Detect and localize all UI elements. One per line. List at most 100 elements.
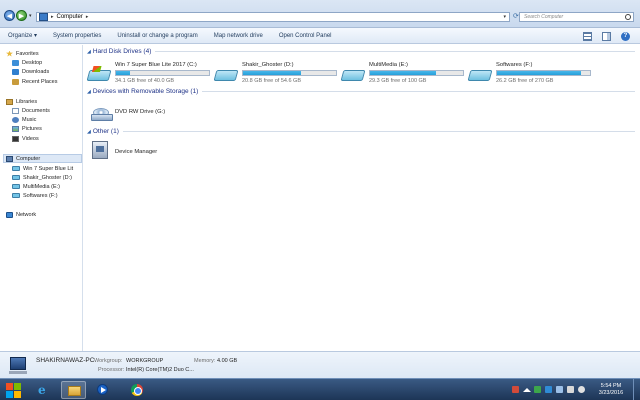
nav-libraries[interactable]: Libraries [6,97,37,106]
battery-icon[interactable] [545,386,552,393]
nav-documents[interactable]: Documents [12,106,50,115]
content-pane: ◢ Hard Disk Drives (4) Win 7 Super Blue … [84,45,640,351]
taskbar-media-player[interactable] [90,381,115,399]
nav-music[interactable]: Music [12,115,36,124]
nav-drive-d[interactable]: Shakir_Ghoster (D:) [12,173,72,182]
device-manager-icon[interactable] [92,141,108,159]
processor-value: Intel(R) Core(TM)2 Duo C... [126,367,194,373]
pc-name: SHAKIRNAWAZ-PC [36,357,95,364]
nav-favorites[interactable]: Favorites [6,49,39,58]
preview-pane-icon[interactable] [602,31,611,41]
workgroup-value: WORKGROUP [126,358,164,364]
view-controls: ? [583,30,640,42]
computer-icon [6,155,13,162]
hard-drive-icon [340,70,366,81]
group-title: Devices with Removable Storage (1) [92,88,199,95]
nav-network[interactable]: Network [6,210,36,219]
drive-name: MultiMedia (E:) [369,62,408,68]
drive-usage-bar [496,70,591,76]
nav-desktop[interactable]: Desktop [12,58,42,67]
map-network-drive-button[interactable]: Map network drive [214,33,263,39]
back-button[interactable]: ◀ [4,10,15,21]
nav-downloads[interactable]: Downloads [12,67,49,76]
drive-icon [12,184,20,189]
breadcrumb-chevron-icon[interactable]: ▸ [86,14,89,20]
drive-item[interactable]: MultiMedia (E:) 29.3 GB free of 100 GB [338,62,464,88]
drive-free-space: 34.1 GB free of 40.0 GB [115,78,175,84]
memory-value: 4.00 GB [217,358,238,364]
search-input[interactable]: Search Computer [519,12,634,22]
nav-label: Computer [16,155,41,162]
address-field[interactable]: ▸ Computer ▸ ▾ [36,12,510,22]
search-icon[interactable] [625,14,631,20]
show-desktop-button[interactable] [633,379,640,400]
taskbar-chrome[interactable] [125,381,150,399]
folder-icon [68,386,81,396]
nav-label: MultiMedia (E:) [23,183,60,190]
collapse-icon: ◢ [87,48,91,55]
tray-app-icon[interactable] [512,386,519,393]
desktop-icon [12,59,19,66]
nav-label: Shakir_Ghoster (D:) [23,174,72,181]
nav-drive-c[interactable]: Win 7 Super Blue Lit [12,164,73,173]
nav-drive-e[interactable]: MultiMedia (E:) [12,182,60,191]
nav-label: Softwares (F:) [23,192,58,199]
drive-free-space: 20.8 GB free of 54.6 GB [242,78,302,84]
breadcrumb-separator-icon[interactable]: ▸ [51,14,54,20]
history-dropdown-icon[interactable]: ▾ [29,13,32,19]
nav-drive-f[interactable]: Softwares (F:) [12,191,58,200]
device-manager-label[interactable]: Device Manager [115,149,157,155]
drive-icon [12,193,20,198]
group-divider [155,51,635,52]
system-properties-button[interactable]: System properties [53,33,101,39]
dvd-drive-icon[interactable] [91,108,113,122]
windows-logo-icon [14,391,21,398]
arrow-right-icon: ▶ [18,12,25,20]
search-placeholder: Search Computer [524,14,564,20]
nav-pictures[interactable]: Pictures [12,124,42,133]
show-hidden-icons-icon[interactable] [523,388,531,392]
nav-videos[interactable]: Videos [12,134,39,143]
forward-button[interactable]: ▶ [16,10,27,21]
nav-label: Videos [22,135,39,142]
hard-drive-icon [467,70,493,81]
network-status-icon[interactable] [556,386,563,393]
collapse-icon: ◢ [87,88,91,95]
drive-name: Softwares (F:) [496,62,533,68]
drive-usage-fill [370,71,437,75]
drive-item[interactable]: Softwares (F:) 26.2 GB free of 270 GB [465,62,591,88]
computer-icon [39,13,48,21]
change-view-icon[interactable] [583,31,592,41]
group-other[interactable]: ◢ Other (1) [87,128,635,135]
group-title: Other (1) [92,128,119,135]
taskbar-internet-explorer[interactable]: e [32,381,57,399]
breadcrumb-computer[interactable]: Computer [57,14,83,20]
drive-item[interactable]: Win 7 Super Blue Lite 2017 (C:) 34.1 GB … [84,62,210,88]
action-center-flag-icon[interactable] [534,386,541,393]
tray-extra-icon[interactable] [578,386,585,393]
nav-computer[interactable]: Computer [6,154,40,163]
collapse-icon: ◢ [87,128,91,135]
volume-icon[interactable] [567,386,574,393]
taskbar-windows-explorer[interactable] [61,381,86,399]
address-dropdown-icon[interactable]: ▾ [503,14,506,20]
libraries-icon [6,98,13,105]
drive-icon [12,166,20,171]
help-icon[interactable]: ? [621,31,630,41]
nav-recent-places[interactable]: Recent Places [12,77,57,86]
group-hard-disk-drives[interactable]: ◢ Hard Disk Drives (4) [87,48,635,55]
uninstall-program-button[interactable]: Uninstall or change a program [117,33,197,39]
organize-button[interactable]: Organize ▾ [8,32,37,39]
open-control-panel-button[interactable]: Open Control Panel [279,33,332,39]
nav-label: Documents [22,107,50,114]
drive-free-space: 26.2 GB free of 270 GB [496,78,554,84]
memory-label: Memory: [194,358,216,364]
start-button[interactable] [3,381,23,399]
arrow-left-icon: ◀ [6,12,13,20]
workgroup-label: Workgroup: [94,358,123,364]
music-icon [12,116,19,123]
drive-item[interactable]: Shakir_Ghoster (D:) 20.8 GB free of 54.6… [211,62,337,88]
group-removable-storage[interactable]: ◢ Devices with Removable Storage (1) [87,88,635,95]
dvd-drive-name[interactable]: DVD RW Drive (G:) [115,109,165,115]
clock[interactable]: 5:54 PM 3/23/2016 [592,383,630,397]
